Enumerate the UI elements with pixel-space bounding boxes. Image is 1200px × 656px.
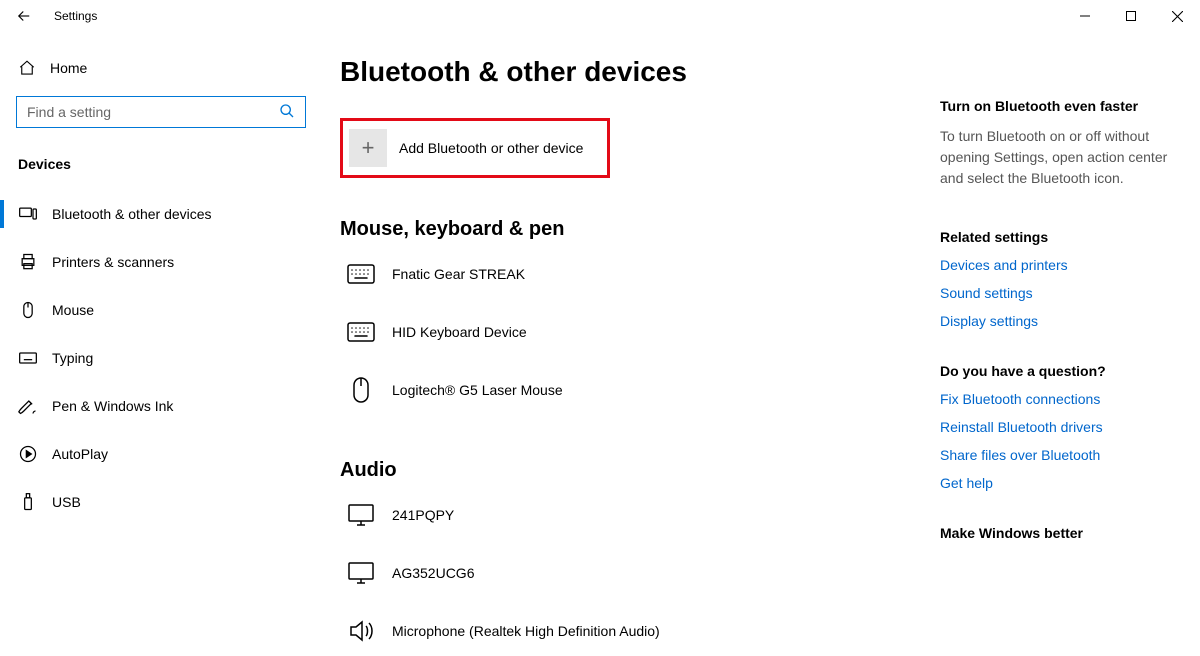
- tip-section: Turn on Bluetooth even faster To turn Bl…: [940, 98, 1190, 189]
- device-row[interactable]: Fnatic Gear STREAK: [340, 249, 930, 299]
- home-icon: [18, 59, 36, 77]
- related-link-devices-printers[interactable]: Devices and printers: [940, 257, 1190, 273]
- keyboard-icon: [18, 348, 38, 368]
- keyboard-icon: [346, 317, 376, 347]
- related-link-display[interactable]: Display settings: [940, 313, 1190, 329]
- minimize-icon: [1080, 11, 1090, 21]
- sidebar-item-usb[interactable]: USB: [0, 480, 320, 524]
- sidebar-item-printers[interactable]: Printers & scanners: [0, 240, 320, 284]
- back-button[interactable]: [0, 0, 48, 32]
- maximize-icon: [1126, 11, 1136, 21]
- window-controls: [1062, 0, 1200, 32]
- help-link-reinstall-drivers[interactable]: Reinstall Bluetooth drivers: [940, 419, 1190, 435]
- device-label: AG352UCG6: [392, 565, 474, 581]
- sidebar-item-label: Pen & Windows Ink: [52, 398, 173, 414]
- sidebar-item-label: Mouse: [52, 302, 94, 318]
- help-link-share-files[interactable]: Share files over Bluetooth: [940, 447, 1190, 463]
- right-pane: Turn on Bluetooth even faster To turn Bl…: [940, 98, 1190, 575]
- device-row[interactable]: Logitech® G5 Laser Mouse: [340, 365, 930, 415]
- question-section: Do you have a question? Fix Bluetooth co…: [940, 363, 1190, 491]
- sidebar-item-bluetooth[interactable]: Bluetooth & other devices: [0, 192, 320, 236]
- device-row[interactable]: Microphone (Realtek High Definition Audi…: [340, 606, 930, 656]
- device-label: Logitech® G5 Laser Mouse: [392, 382, 563, 398]
- home-label: Home: [50, 60, 87, 76]
- help-link-fix-bluetooth[interactable]: Fix Bluetooth connections: [940, 391, 1190, 407]
- device-label: 241PQPY: [392, 507, 454, 523]
- close-icon: [1172, 11, 1183, 22]
- monitor-icon: [346, 500, 376, 530]
- tip-heading: Turn on Bluetooth even faster: [940, 98, 1190, 114]
- device-label: Fnatic Gear STREAK: [392, 266, 525, 282]
- related-section: Related settings Devices and printers So…: [940, 229, 1190, 329]
- titlebar: Settings: [0, 0, 1200, 32]
- sidebar: Home Devices Bluetooth & other devices P…: [0, 46, 320, 652]
- sidebar-item-label: Printers & scanners: [52, 254, 174, 270]
- maximize-button[interactable]: [1108, 0, 1154, 32]
- speaker-icon: [346, 616, 376, 646]
- device-label: Microphone (Realtek High Definition Audi…: [392, 623, 660, 639]
- sidebar-item-label: USB: [52, 494, 81, 510]
- sidebar-item-typing[interactable]: Typing: [0, 336, 320, 380]
- sidebar-item-label: Typing: [52, 350, 93, 366]
- page-title: Bluetooth & other devices: [340, 56, 930, 88]
- usb-icon: [18, 492, 38, 512]
- sidebar-section-title: Devices: [16, 156, 320, 172]
- app-title: Settings: [54, 9, 97, 23]
- sidebar-item-label: Bluetooth & other devices: [52, 206, 212, 222]
- add-device-button[interactable]: + Add Bluetooth or other device: [340, 118, 610, 178]
- device-row[interactable]: 241PQPY: [340, 490, 930, 540]
- tip-body: To turn Bluetooth on or off without open…: [940, 126, 1190, 189]
- sidebar-item-pen[interactable]: Pen & Windows Ink: [0, 384, 320, 428]
- mouse-icon: [346, 375, 376, 405]
- mouse-icon: [18, 300, 38, 320]
- related-heading: Related settings: [940, 229, 1190, 245]
- sidebar-nav: Bluetooth & other devices Printers & sca…: [16, 192, 320, 524]
- related-link-sound[interactable]: Sound settings: [940, 285, 1190, 301]
- device-label: HID Keyboard Device: [392, 324, 527, 340]
- search-input[interactable]: [17, 97, 305, 127]
- search-icon: [279, 103, 299, 123]
- improve-heading: Make Windows better: [940, 525, 1190, 541]
- home-nav[interactable]: Home: [16, 46, 320, 90]
- sidebar-item-label: AutoPlay: [52, 446, 108, 462]
- question-heading: Do you have a question?: [940, 363, 1190, 379]
- search-input-container[interactable]: [16, 96, 306, 128]
- arrow-left-icon: [15, 7, 33, 25]
- monitor-icon: [346, 558, 376, 588]
- printer-icon: [18, 252, 38, 272]
- improve-section: Make Windows better: [940, 525, 1190, 541]
- help-link-get-help[interactable]: Get help: [940, 475, 1190, 491]
- device-row[interactable]: HID Keyboard Device: [340, 307, 930, 357]
- plus-icon: +: [349, 129, 387, 167]
- group-title-input: Mouse, keyboard & pen: [340, 218, 930, 241]
- main-content: Bluetooth & other devices + Add Bluetoot…: [340, 46, 930, 652]
- minimize-button[interactable]: [1062, 0, 1108, 32]
- add-device-label: Add Bluetooth or other device: [399, 140, 583, 156]
- close-button[interactable]: [1154, 0, 1200, 32]
- device-row[interactable]: AG352UCG6: [340, 548, 930, 598]
- pen-icon: [18, 396, 38, 416]
- autoplay-icon: [18, 444, 38, 464]
- devices-icon: [18, 204, 38, 224]
- keyboard-icon: [346, 259, 376, 289]
- sidebar-item-autoplay[interactable]: AutoPlay: [0, 432, 320, 476]
- sidebar-item-mouse[interactable]: Mouse: [0, 288, 320, 332]
- group-title-audio: Audio: [340, 459, 930, 482]
